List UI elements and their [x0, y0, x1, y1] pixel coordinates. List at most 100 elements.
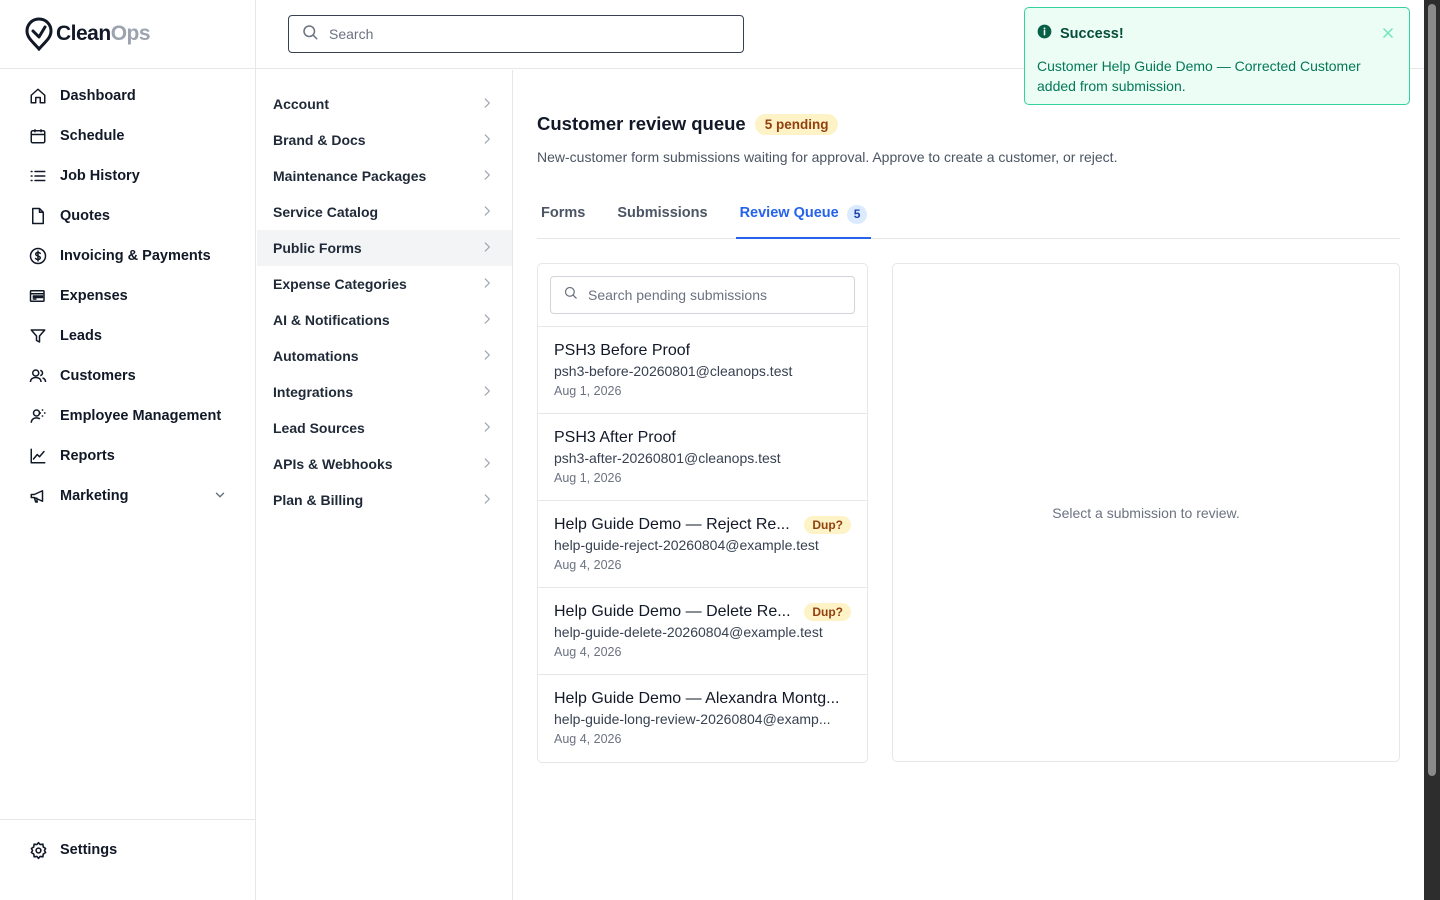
tab-forms[interactable]: Forms — [537, 195, 589, 239]
close-icon[interactable] — [1381, 26, 1395, 45]
toast-message: Customer Help Guide Demo — Corrected Cus… — [1037, 58, 1361, 94]
nav-label: Reports — [60, 448, 115, 464]
settings-menu-item[interactable]: AI & Notifications — [257, 302, 512, 338]
chevron-right-icon — [480, 168, 494, 185]
tab-count-badge: 5 — [846, 205, 868, 224]
global-search[interactable] — [288, 15, 744, 53]
success-check-icon — [1037, 24, 1052, 44]
settings-menu-item[interactable]: Plan & Billing — [257, 482, 512, 518]
nav-settings[interactable]: Settings — [0, 830, 255, 870]
settings-menu-item[interactable]: Account — [257, 86, 512, 122]
megaphone-icon — [28, 486, 48, 506]
settings-menu-item[interactable]: Brand & Docs — [257, 122, 512, 158]
settings-menu-label: Public Forms — [273, 240, 362, 256]
submission-date: Aug 1, 2026 — [554, 384, 622, 398]
nav-invoicing[interactable]: Invoicing & Payments — [0, 236, 255, 276]
settings-submenu: Account Brand & Docs Maintenance Packages S… — [257, 70, 513, 900]
nav-employee-management[interactable]: Employee Management — [0, 396, 255, 436]
settings-menu-label: APIs & Webhooks — [273, 456, 393, 472]
nav-label: Customers — [60, 368, 136, 384]
submission-name: Help Guide Demo — Reject Re... — [554, 516, 790, 533]
settings-menu-item[interactable]: Lead Sources — [257, 410, 512, 446]
empty-state-text: Select a submission to review. — [1052, 504, 1240, 521]
nav-schedule[interactable]: Schedule — [0, 116, 255, 156]
tabs: Forms Submissions Review Queue 5 — [537, 195, 1400, 239]
success-toast: Success! Customer Help Guide Demo — Corr… — [1024, 7, 1410, 105]
settings-menu-item[interactable]: APIs & Webhooks — [257, 446, 512, 482]
submission-name: Help Guide Demo — Delete Re... — [554, 603, 791, 620]
title-row: Customer review queue 5 pending — [537, 113, 1400, 135]
main-sidebar: CleanOps Dashboard Schedule Job History … — [0, 0, 256, 900]
tab-label: Submissions — [617, 205, 708, 221]
submission-row-header: PSH3 After Proof — [554, 429, 851, 447]
submission-date: Aug 4, 2026 — [554, 558, 622, 572]
toast-header: Success! — [1037, 24, 1397, 44]
duplicate-badge: Dup? — [804, 516, 851, 534]
settings-menu-item[interactable]: Maintenance Packages — [257, 158, 512, 194]
chevron-down-icon[interactable] — [213, 488, 227, 506]
submission-email: psh3-after-20260801@cleanops.test — [554, 450, 781, 466]
nav-label: Dashboard — [60, 88, 136, 104]
settings-menu-item[interactable]: Service Catalog — [257, 194, 512, 230]
nav-leads[interactable]: Leads — [0, 316, 255, 356]
submission-search[interactable] — [550, 276, 855, 314]
submission-row[interactable]: Help Guide Demo — Alexandra Montg... help… — [538, 675, 867, 762]
settings-menu-label: Brand & Docs — [273, 132, 366, 148]
global-search-input[interactable] — [329, 26, 709, 42]
submission-email: psh3-before-20260801@cleanops.test — [554, 363, 793, 379]
submission-row[interactable]: Help Guide Demo — Delete Re... Dup? help-g… — [538, 588, 867, 675]
nav-label: Invoicing & Payments — [60, 248, 211, 264]
submission-search-input[interactable] — [588, 287, 848, 303]
nav-label: Quotes — [60, 208, 110, 224]
tab-submissions[interactable]: Submissions — [613, 195, 711, 239]
submission-row-header: Help Guide Demo — Reject Re... Dup? — [554, 516, 851, 534]
logo-mark-icon — [24, 17, 54, 51]
submission-row-header: PSH3 Before Proof — [554, 342, 851, 360]
nav-label: Job History — [60, 168, 140, 184]
chevron-right-icon — [480, 96, 494, 113]
submission-name: PSH3 Before Proof — [554, 342, 691, 359]
document-icon — [28, 206, 48, 226]
settings-menu-item[interactable]: Expense Categories — [257, 266, 512, 302]
users-icon — [28, 366, 48, 386]
review-queue-page: Customer review queue 5 pending New-cust… — [537, 70, 1400, 763]
submission-detail-panel: Select a submission to review. — [892, 263, 1400, 762]
settings-menu-label: Service Catalog — [273, 204, 379, 220]
settings-menu-label: Lead Sources — [273, 420, 365, 436]
settings-menu-item[interactable]: Integrations — [257, 374, 512, 410]
sidebar-footer: Settings — [0, 819, 255, 870]
nav-customers[interactable]: Customers — [0, 356, 255, 396]
submission-row[interactable]: PSH3 After Proof psh3-after-20260801@clea… — [538, 414, 867, 501]
nav-expenses[interactable]: Expenses — [0, 276, 255, 316]
submission-row[interactable]: PSH3 Before Proof psh3-before-20260801@cl… — [538, 327, 867, 414]
submission-list: PSH3 Before Proof psh3-before-20260801@cl… — [538, 327, 867, 762]
settings-menu-label: Plan & Billing — [273, 492, 364, 508]
nav-marketing[interactable]: Marketing — [0, 476, 255, 516]
gear-icon — [28, 840, 48, 860]
nav-job-history[interactable]: Job History — [0, 156, 255, 196]
page-scrollbar[interactable] — [1424, 0, 1440, 900]
settings-menu-item[interactable]: Automations — [257, 338, 512, 374]
nav-label: Leads — [60, 328, 102, 344]
page-title: Customer review queue — [537, 113, 746, 134]
scrollbar-thumb[interactable] — [1428, 4, 1436, 776]
nav-reports[interactable]: Reports — [0, 436, 255, 476]
page-subtitle: New-customer form submissions waiting fo… — [537, 149, 1118, 165]
logo[interactable]: CleanOps — [0, 0, 255, 69]
nav-label: Expenses — [60, 288, 128, 304]
nav-label: Marketing — [60, 488, 129, 504]
nav-label: Employee Management — [60, 408, 222, 424]
chevron-right-icon — [480, 384, 494, 401]
receipt-icon — [28, 286, 48, 306]
submission-row[interactable]: Help Guide Demo — Reject Re... Dup? help-g… — [538, 501, 867, 588]
toast-title: Success! — [1060, 26, 1124, 42]
settings-menu-label: Automations — [273, 348, 359, 364]
list-icon — [28, 166, 48, 186]
settings-menu-item[interactable]: Public Forms — [257, 230, 512, 266]
chevron-right-icon — [480, 348, 494, 365]
nav-dashboard[interactable]: Dashboard — [0, 76, 255, 116]
submission-email: help-guide-long-review-20260804@examp... — [554, 711, 831, 727]
tab-review-queue[interactable]: Review Queue 5 — [735, 195, 872, 239]
list-search-wrap — [538, 264, 867, 327]
nav-quotes[interactable]: Quotes — [0, 196, 255, 236]
